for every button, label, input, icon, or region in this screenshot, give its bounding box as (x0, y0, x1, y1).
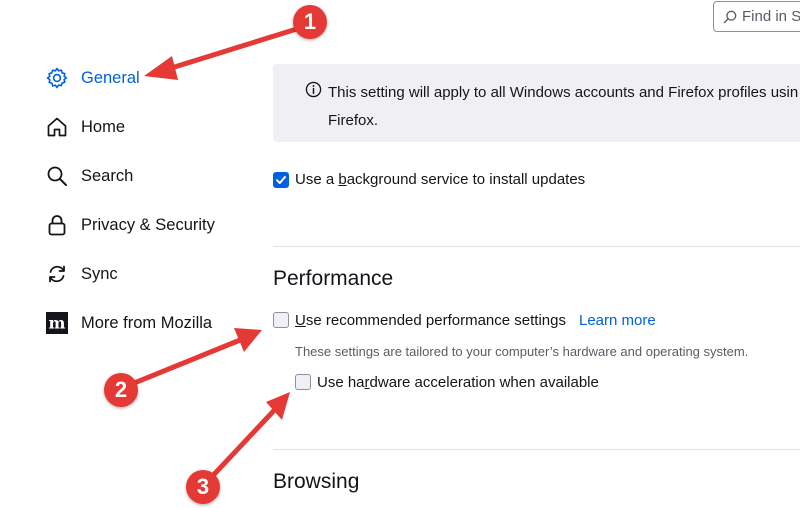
annotation-arrow-3 (202, 399, 285, 487)
annotation-arrows (119, 25, 303, 487)
annotation-arrowhead-1 (144, 56, 178, 80)
annotation-badge-1: 1 (293, 5, 327, 39)
annotation-arrow-2 (119, 333, 253, 391)
annotation-badge-3: 3 (186, 470, 220, 504)
annotation-badge-2: 2 (104, 373, 138, 407)
